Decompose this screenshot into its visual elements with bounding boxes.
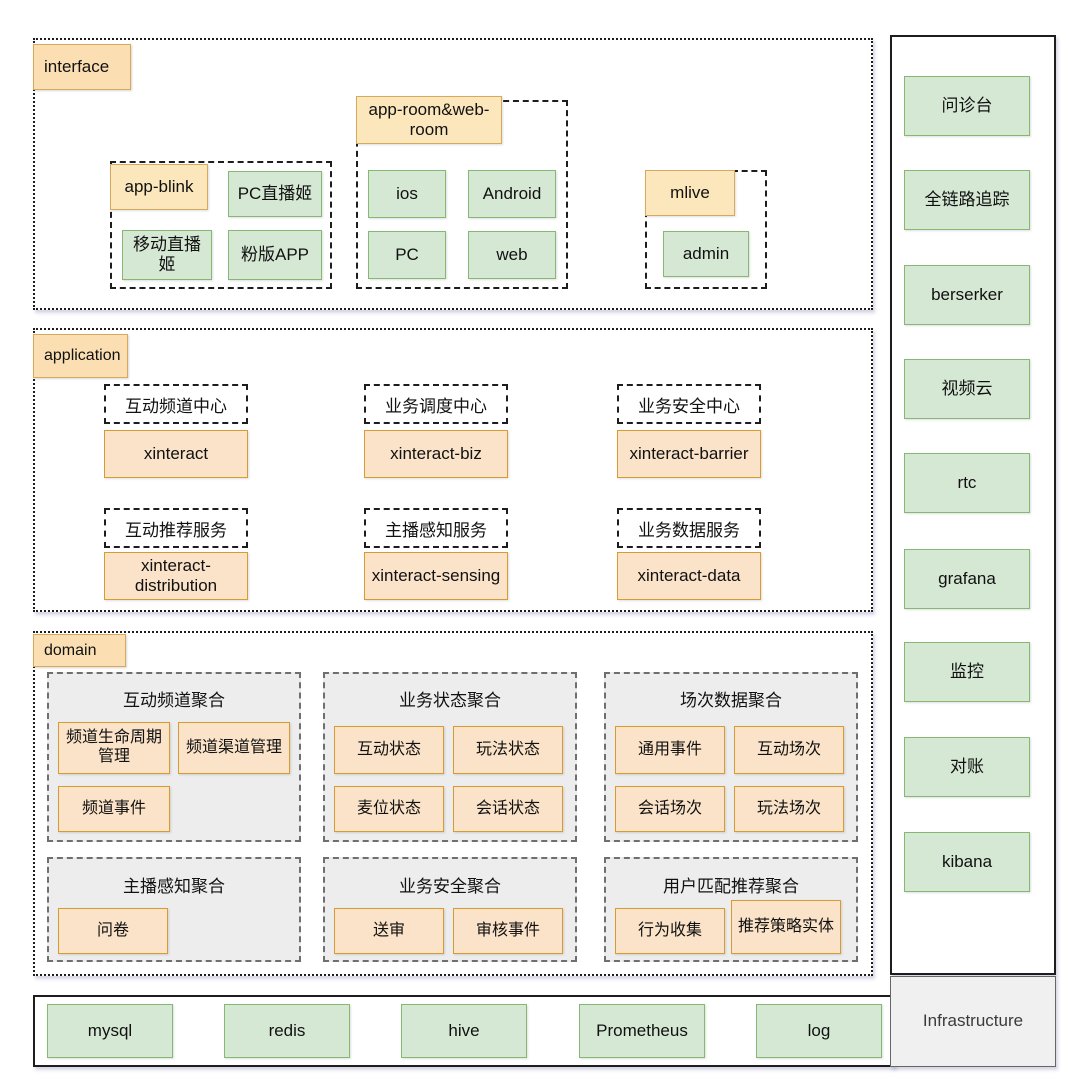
entity-common-event[interactable]: 通用事件 (615, 726, 725, 774)
architecture-diagram: interface app-blink PC直播姬 移动直播姬 粉版APP ap… (0, 0, 1080, 1085)
node-app-blink[interactable]: app-blink (110, 164, 208, 210)
service-xinteract-barrier[interactable]: xinteract-barrier (617, 430, 761, 478)
sidebar-infrastructure-label: Infrastructure (890, 976, 1056, 1067)
sidebar-item-grafana[interactable]: grafana (904, 549, 1030, 609)
entity-channel-lifecycle[interactable]: 频道生命周期管理 (58, 722, 170, 774)
entity-review-event[interactable]: 审核事件 (453, 908, 563, 954)
sidebar-item-full-link-tracing[interactable]: 全链路追踪 (904, 170, 1030, 230)
entity-conversation-session[interactable]: 会话场次 (615, 786, 725, 832)
node-ios[interactable]: ios (368, 170, 446, 218)
node-mobile-zhibo-ji[interactable]: 移动直播姬 (122, 230, 212, 280)
entity-submit-review[interactable]: 送审 (334, 908, 444, 954)
sidebar-item-video-cloud[interactable]: 视频云 (904, 359, 1030, 419)
node-mlive[interactable]: mlive (645, 170, 735, 216)
entity-gameplay-session[interactable]: 玩法场次 (734, 786, 844, 832)
card-title-3: 互动推荐服务 (125, 520, 227, 540)
aggregate-title-5: 用户匹配推荐聚合 (663, 876, 799, 896)
node-mysql[interactable]: mysql (47, 1004, 173, 1058)
entity-mic-state[interactable]: 麦位状态 (334, 786, 444, 832)
node-web[interactable]: web (468, 231, 556, 279)
aggregate-title-2: 场次数据聚合 (680, 690, 782, 710)
aggregate-title-0: 互动频道聚合 (123, 690, 225, 710)
card-title-5: 业务数据服务 (638, 520, 740, 540)
service-xinteract[interactable]: xinteract (104, 430, 248, 478)
sidebar-item-wenzhentai[interactable]: 问诊台 (904, 76, 1030, 136)
entity-channel-distribution[interactable]: 频道渠道管理 (178, 722, 290, 774)
card-title-4: 主播感知服务 (385, 520, 487, 540)
layer-domain-label: domain (44, 641, 97, 659)
node-redis[interactable]: redis (224, 1004, 350, 1058)
node-log[interactable]: log (756, 1004, 882, 1058)
sidebar-item-rtc[interactable]: rtc (904, 453, 1030, 513)
card-title-2: 业务安全中心 (638, 396, 740, 416)
layer-interface-tab: interface (33, 44, 131, 90)
node-pc[interactable]: PC (368, 231, 446, 279)
entity-interaction-state[interactable]: 互动状态 (334, 726, 444, 774)
entity-interaction-session[interactable]: 互动场次 (734, 726, 844, 774)
layer-interface-label: interface (44, 57, 110, 76)
entity-questionnaire[interactable]: 问卷 (58, 908, 168, 954)
aggregate-title-1: 业务状态聚合 (399, 690, 501, 710)
aggregate-title-3: 主播感知聚合 (123, 876, 225, 896)
node-pc-zhibo-ji[interactable]: PC直播姬 (228, 171, 322, 217)
aggregate-title-4: 业务安全聚合 (399, 876, 501, 896)
service-xinteract-sensing[interactable]: xinteract-sensing (364, 552, 508, 600)
service-xinteract-distribution[interactable]: xinteract-distribution (104, 552, 248, 600)
node-app-room-web-room-title[interactable]: app-room&web-room (356, 96, 502, 144)
layer-application-tab: application (33, 334, 128, 378)
card-title-1: 业务调度中心 (385, 396, 487, 416)
sidebar-item-berserker[interactable]: berserker (904, 265, 1030, 325)
entity-gameplay-state[interactable]: 玩法状态 (453, 726, 563, 774)
node-android[interactable]: Android (468, 170, 556, 218)
sidebar-item-kibana[interactable]: kibana (904, 832, 1030, 892)
entity-recommendation-strategy[interactable]: 推荐策略实体 (731, 900, 841, 954)
sidebar-item-reconciliation[interactable]: 对账 (904, 737, 1030, 797)
node-admin[interactable]: admin (663, 231, 749, 277)
layer-application-label: application (44, 347, 121, 364)
node-hive[interactable]: hive (401, 1004, 527, 1058)
entity-behavior-collection[interactable]: 行为收集 (615, 908, 725, 954)
entity-session-state[interactable]: 会话状态 (453, 786, 563, 832)
entity-channel-event[interactable]: 频道事件 (58, 786, 170, 832)
sidebar-item-monitoring[interactable]: 监控 (904, 642, 1030, 702)
service-xinteract-biz[interactable]: xinteract-biz (364, 430, 508, 478)
node-prometheus[interactable]: Prometheus (579, 1004, 705, 1058)
layer-domain-tab: domain (33, 634, 126, 667)
card-title-0: 互动频道中心 (125, 396, 227, 416)
service-xinteract-data[interactable]: xinteract-data (617, 552, 761, 600)
node-fenban-app[interactable]: 粉版APP (228, 230, 322, 280)
